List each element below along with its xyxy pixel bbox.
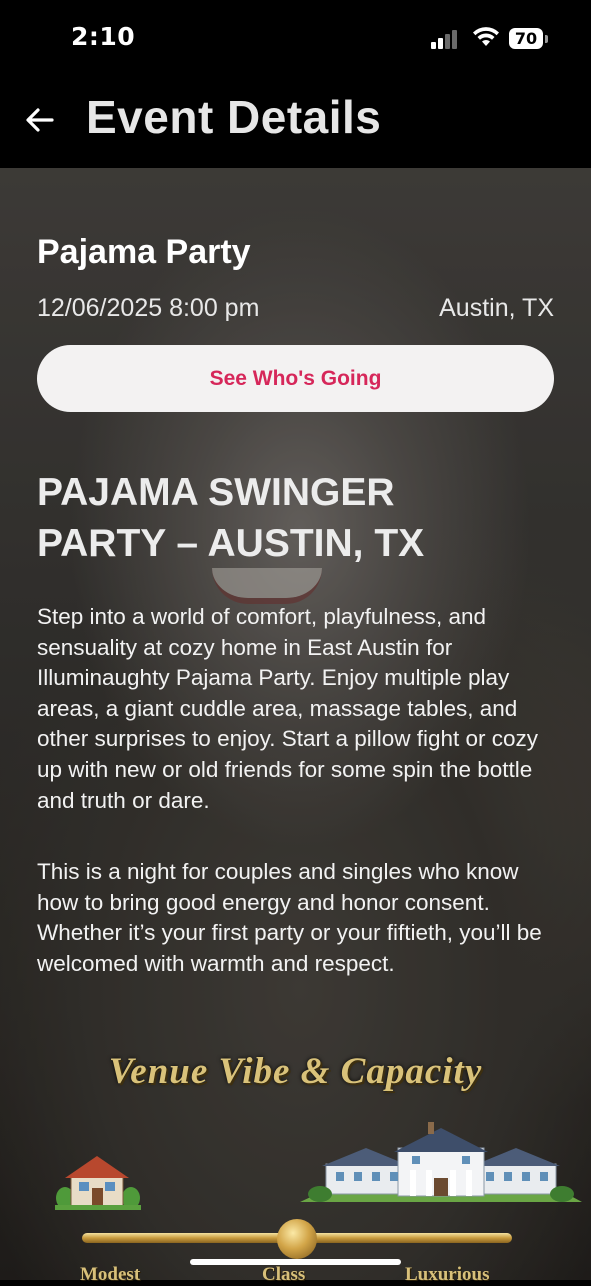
- scale-label-luxurious: Luxurious: [405, 1264, 490, 1285]
- event-location: Austin, TX: [439, 294, 554, 322]
- see-whos-going-button[interactable]: See Who's Going: [37, 345, 554, 412]
- mansion-icon: [300, 1122, 582, 1202]
- page-title: Event Details: [86, 91, 382, 143]
- battery-icon: 70: [509, 28, 543, 49]
- event-datetime: 12/06/2025 8:00 pm: [37, 294, 260, 322]
- home-indicator[interactable]: [190, 1259, 401, 1265]
- battery-cap: [545, 35, 548, 43]
- arrow-left-icon[interactable]: [22, 102, 58, 138]
- scale-label-class: Class: [262, 1264, 306, 1285]
- cellular-signal-icon: [431, 29, 463, 49]
- wifi-icon: [473, 27, 499, 46]
- venue-scale-knob[interactable]: [277, 1219, 317, 1259]
- venue-banner-title: Venue Vibe & Capacity: [108, 1051, 483, 1092]
- description-paragraph: Step into a world of comfort, playfulnes…: [37, 604, 539, 813]
- scale-label-modest: Modest: [80, 1264, 141, 1285]
- status-time: 2:10: [71, 22, 136, 51]
- status-bar: 2:10 70: [0, 0, 591, 80]
- description-headline: PAJAMA SWINGER PARTY – AUSTIN, TX: [37, 471, 425, 565]
- small-house-icon: [55, 1156, 141, 1210]
- app-header: Event Details: [0, 80, 591, 168]
- description-paragraph: This is a night for couples and singles …: [37, 859, 542, 976]
- event-name: Pajama Party: [37, 233, 251, 271]
